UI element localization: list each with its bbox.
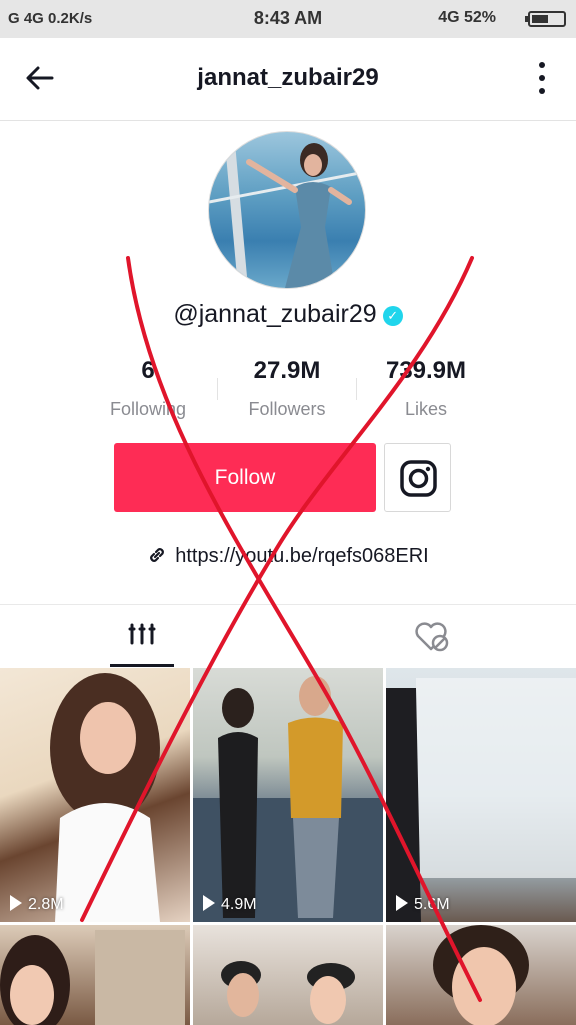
- link-icon: [150, 548, 165, 562]
- view-count: 2.8M: [10, 895, 64, 914]
- video-thumbnail[interactable]: 2.8M: [0, 668, 190, 922]
- video-thumbnail[interactable]: [193, 925, 383, 1025]
- video-thumbnail[interactable]: [0, 925, 190, 1025]
- more-vertical-icon[interactable]: [538, 62, 546, 96]
- follow-button[interactable]: Follow: [114, 443, 376, 512]
- instagram-icon: [400, 460, 437, 497]
- thumbnail-image: [221, 961, 355, 1024]
- following-label: Following: [109, 399, 187, 419]
- profile-header: jannat_zubair29: [0, 38, 576, 121]
- liked-heart-icon[interactable]: [410, 619, 452, 653]
- battery-status: 4G 52%: [438, 9, 496, 26]
- followers-label: Followers: [248, 399, 326, 419]
- view-count-text: 4.9M: [221, 896, 257, 913]
- view-count-text: 5.6M: [414, 896, 450, 913]
- stat-following[interactable]: 6 Following: [78, 357, 218, 420]
- tab-videos[interactable]: [110, 605, 174, 667]
- page-title: jannat_zubair29: [197, 64, 379, 91]
- view-count: 5.6M: [396, 895, 450, 914]
- video-thumbnail[interactable]: 5.6M: [386, 668, 576, 922]
- view-count-text: 2.8M: [28, 896, 64, 913]
- handle-text: @jannat_zubair29: [173, 300, 377, 328]
- profile-tabs: [0, 604, 576, 667]
- bio-link[interactable]: https://youtu.be/rqefs068ERI: [0, 545, 576, 568]
- video-thumbnail[interactable]: 4.9M: [193, 668, 383, 922]
- play-icon: [203, 895, 215, 911]
- battery-icon: [525, 11, 566, 27]
- thumbnail-image: [50, 673, 160, 922]
- active-tab-indicator: [110, 664, 174, 667]
- stat-followers[interactable]: 27.9M Followers: [217, 357, 357, 420]
- likes-label: Likes: [404, 399, 448, 419]
- status-bar: G 4G 0.2K/s 8:43 AM 4G 52%: [0, 0, 576, 38]
- avatar-photo: [209, 132, 365, 288]
- thumbnail-image: [0, 930, 185, 1025]
- likes-count: 739.9M: [385, 357, 467, 384]
- verified-badge-icon: ✓: [382, 306, 403, 326]
- thumbnail-image: [433, 925, 529, 1025]
- video-thumbnail[interactable]: [386, 925, 576, 1025]
- play-icon: [10, 895, 22, 911]
- profile-handle: @jannat_zubair29 ✓: [0, 300, 576, 329]
- video-grid: 2.8M 4.9M 5.6M: [0, 668, 576, 1025]
- followers-count: 27.9M: [253, 357, 321, 384]
- thumbnail-image: [193, 676, 383, 922]
- avatar[interactable]: [208, 131, 366, 289]
- following-count: 6: [141, 357, 155, 384]
- play-icon: [396, 895, 408, 911]
- thumbnail-image: [386, 678, 576, 922]
- grid-icon: [128, 623, 156, 645]
- instagram-button[interactable]: [384, 443, 451, 512]
- stat-likes: 739.9M Likes: [356, 357, 496, 420]
- link-text: https://youtu.be/rqefs068ERI: [175, 545, 429, 567]
- view-count: 4.9M: [203, 895, 257, 914]
